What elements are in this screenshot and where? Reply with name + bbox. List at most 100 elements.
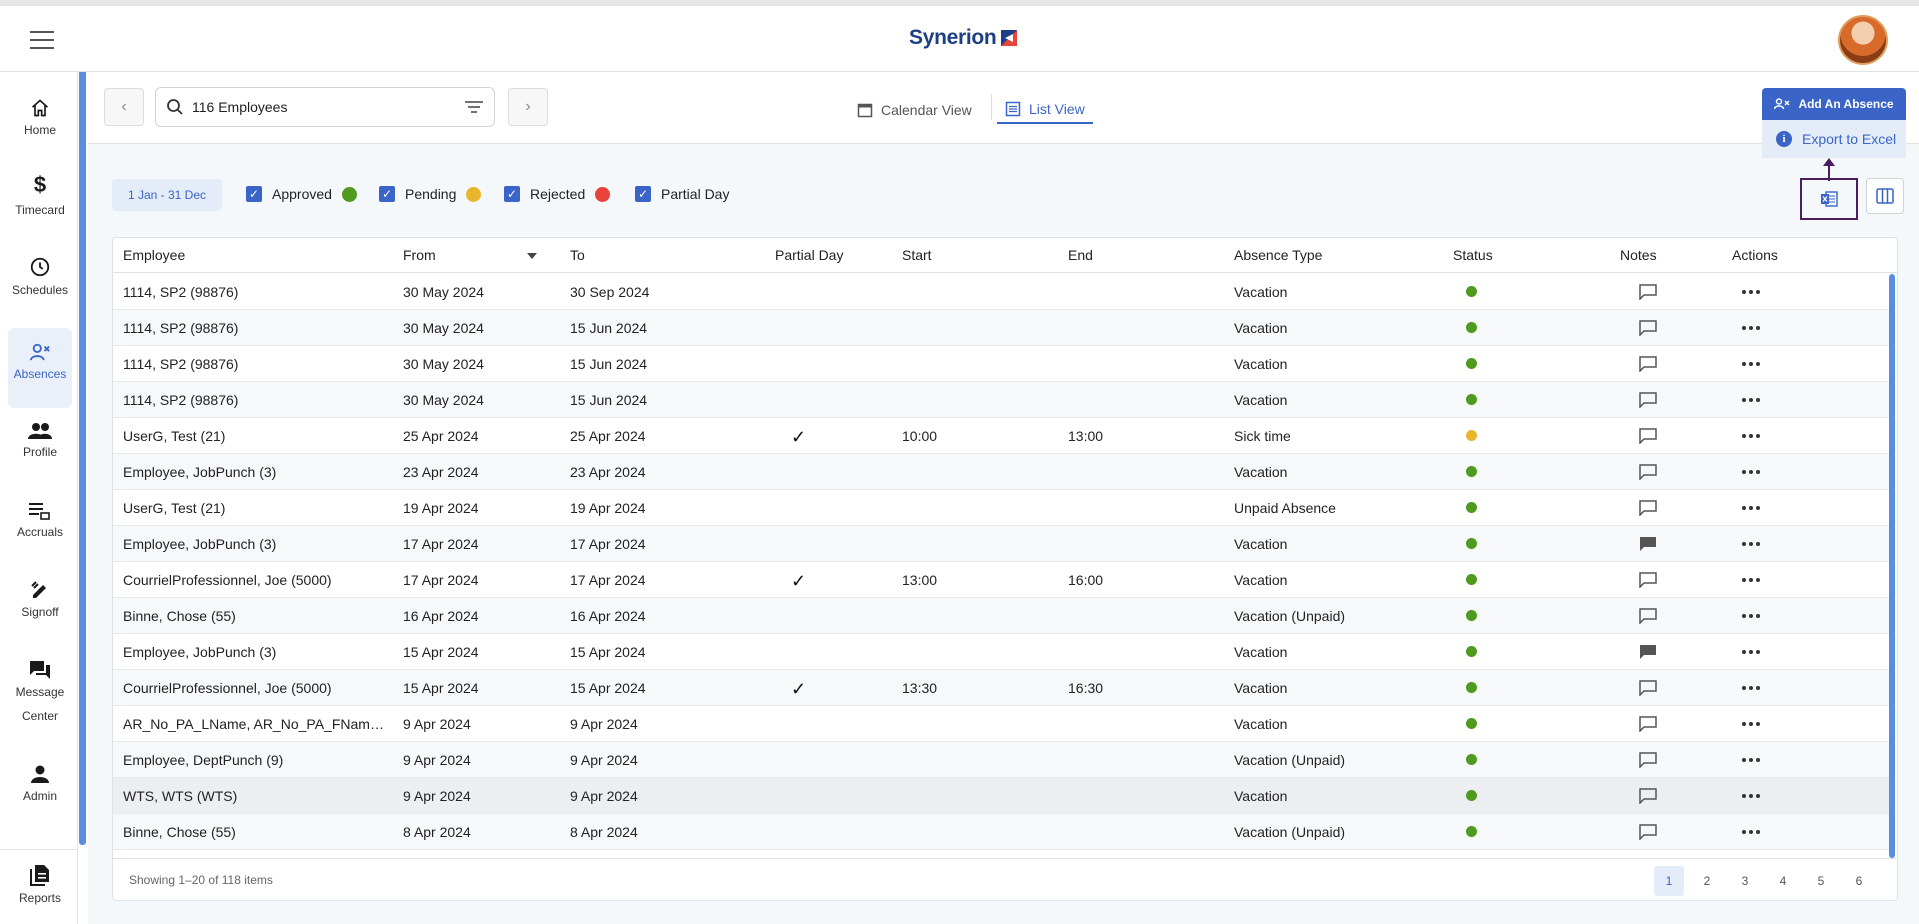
column-header-to[interactable]: To bbox=[570, 238, 585, 273]
notes-icon[interactable] bbox=[1639, 356, 1657, 372]
search-input[interactable] bbox=[192, 99, 464, 115]
more-actions-icon[interactable] bbox=[1741, 320, 1761, 336]
more-actions-icon[interactable] bbox=[1741, 536, 1761, 552]
table-row[interactable]: 1114, SP2 (98876) 30 May 2024 15 Jun 2024 V… bbox=[113, 346, 1889, 382]
checkbox-rejected[interactable]: ✓ bbox=[504, 186, 520, 202]
tab-calendar-view[interactable]: Calendar View bbox=[857, 96, 972, 124]
more-actions-icon[interactable] bbox=[1741, 284, 1761, 300]
legend-partial-day[interactable]: ✓ Partial Day bbox=[635, 186, 729, 202]
checkbox-pending[interactable]: ✓ bbox=[379, 186, 395, 202]
filter-icon[interactable] bbox=[464, 100, 484, 114]
tab-list-view[interactable]: List View bbox=[997, 96, 1093, 124]
more-actions-icon[interactable] bbox=[1741, 608, 1761, 624]
export-to-excel-tooltip[interactable]: i Export to Excel bbox=[1762, 120, 1906, 158]
date-range-chip[interactable]: 1 Jan - 31 Dec bbox=[112, 179, 222, 211]
nav-item-profile[interactable]: Profile bbox=[8, 410, 72, 476]
table-row[interactable]: Employee, JobPunch (3) 17 Apr 2024 17 Apr … bbox=[113, 526, 1889, 562]
notes-icon[interactable] bbox=[1639, 824, 1657, 840]
column-header-employee[interactable]: Employee bbox=[123, 238, 185, 273]
table-row[interactable]: Employee, JobPunch (3) 15 Apr 2024 15 Apr … bbox=[113, 634, 1889, 670]
column-header-end[interactable]: End bbox=[1068, 238, 1093, 273]
page-4[interactable]: 4 bbox=[1768, 866, 1798, 896]
table-row[interactable]: Employee, JobPunch (3) 23 Apr 2024 23 Apr … bbox=[113, 454, 1889, 490]
notes-icon[interactable] bbox=[1639, 572, 1657, 588]
checkbox-partial-day[interactable]: ✓ bbox=[635, 186, 651, 202]
sort-descending-icon[interactable] bbox=[527, 253, 537, 259]
table-row[interactable]: CourrielProfessionnel, Joe (5000) 15 Apr … bbox=[113, 670, 1889, 706]
column-header-absence-type[interactable]: Absence Type bbox=[1234, 238, 1322, 273]
more-actions-icon[interactable] bbox=[1741, 392, 1761, 408]
notes-icon[interactable] bbox=[1639, 716, 1657, 732]
page-2[interactable]: 2 bbox=[1692, 866, 1722, 896]
add-absence-button[interactable]: Add An Absence bbox=[1762, 88, 1906, 120]
nav-item-accruals[interactable]: Accruals bbox=[8, 490, 72, 556]
table-row[interactable]: 1114, SP2 (98876) 30 May 2024 15 Jun 2024 V… bbox=[113, 310, 1889, 346]
page-1[interactable]: 1 bbox=[1654, 866, 1684, 896]
table-row[interactable]: Employee, DeptPunch (9) 9 Apr 2024 9 Apr 2… bbox=[113, 742, 1889, 778]
nav-item-absences[interactable]: Absences bbox=[8, 328, 72, 408]
table-row[interactable]: 1114, SP2 (98876) 30 May 2024 30 Sep 2024 V… bbox=[113, 274, 1889, 310]
more-actions-icon[interactable] bbox=[1741, 464, 1761, 480]
next-button[interactable]: › bbox=[508, 88, 548, 126]
table-row[interactable]: WTS, WTS (WTS) 9 Apr 2024 9 Apr 2024 Vacati… bbox=[113, 778, 1889, 814]
notes-icon[interactable] bbox=[1639, 536, 1657, 552]
user-avatar[interactable] bbox=[1838, 15, 1888, 65]
columns-button[interactable] bbox=[1866, 178, 1904, 214]
nav-item-reports[interactable]: Reports bbox=[8, 856, 72, 922]
page-5[interactable]: 5 bbox=[1806, 866, 1836, 896]
nav-item-timecard[interactable]: $ Timecard bbox=[8, 168, 72, 234]
more-actions-icon[interactable] bbox=[1741, 356, 1761, 372]
nav-label: Signoff bbox=[21, 605, 59, 619]
column-header-partial-day[interactable]: Partial Day bbox=[775, 238, 843, 273]
nav-item-home[interactable]: Home bbox=[8, 88, 72, 154]
nav-item-admin[interactable]: Admin bbox=[8, 754, 72, 820]
notes-icon[interactable] bbox=[1639, 464, 1657, 480]
vertical-scrollbar[interactable] bbox=[1889, 274, 1895, 858]
table-row[interactable]: Binne, Chose (55) 16 Apr 2024 16 Apr 2024 V… bbox=[113, 598, 1889, 634]
nav-item-message-center[interactable]: Message Center bbox=[8, 650, 72, 740]
checkbox-approved[interactable]: ✓ bbox=[246, 186, 262, 202]
notes-icon[interactable] bbox=[1639, 608, 1657, 624]
column-header-status[interactable]: Status bbox=[1453, 238, 1493, 273]
legend-pending[interactable]: ✓ Pending bbox=[379, 186, 482, 202]
notes-icon[interactable] bbox=[1639, 500, 1657, 516]
legend-approved[interactable]: ✓ Approved bbox=[246, 186, 357, 202]
notes-icon[interactable] bbox=[1639, 788, 1657, 804]
notes-icon[interactable] bbox=[1639, 644, 1657, 660]
export-excel-button[interactable] bbox=[1800, 178, 1858, 220]
more-actions-icon[interactable] bbox=[1741, 644, 1761, 660]
notes-icon[interactable] bbox=[1639, 428, 1657, 444]
legend-rejected[interactable]: ✓ Rejected bbox=[504, 186, 611, 202]
column-header-start[interactable]: Start bbox=[902, 238, 932, 273]
table-row[interactable]: 1114, SP2 (98876) 30 May 2024 15 Jun 2024 V… bbox=[113, 382, 1889, 418]
cell-from: 15 Apr 2024 bbox=[403, 644, 479, 660]
more-actions-icon[interactable] bbox=[1741, 788, 1761, 804]
nav-item-schedules[interactable]: Schedules bbox=[8, 248, 72, 314]
menu-icon[interactable] bbox=[30, 31, 54, 49]
more-actions-icon[interactable] bbox=[1741, 500, 1761, 516]
page-6[interactable]: 6 bbox=[1844, 866, 1874, 896]
table-row[interactable]: UserG, Test (21) 25 Apr 2024 25 Apr 2024 ✓ 1… bbox=[113, 418, 1889, 454]
previous-button[interactable]: ‹ bbox=[104, 88, 144, 126]
notes-icon[interactable] bbox=[1639, 284, 1657, 300]
more-actions-icon[interactable] bbox=[1741, 824, 1761, 840]
more-actions-icon[interactable] bbox=[1741, 716, 1761, 732]
nav-item-signoff[interactable]: Signoff bbox=[8, 570, 72, 636]
table-row[interactable]: CourrielProfessionnel, Joe (5000) 17 Apr … bbox=[113, 562, 1889, 598]
notes-icon[interactable] bbox=[1639, 320, 1657, 336]
more-actions-icon[interactable] bbox=[1741, 680, 1761, 696]
employee-search[interactable] bbox=[155, 87, 495, 127]
notes-icon[interactable] bbox=[1639, 680, 1657, 696]
more-actions-icon[interactable] bbox=[1741, 752, 1761, 768]
more-actions-icon[interactable] bbox=[1741, 428, 1761, 444]
more-actions-icon[interactable] bbox=[1741, 572, 1761, 588]
notes-icon[interactable] bbox=[1639, 392, 1657, 408]
page-3[interactable]: 3 bbox=[1730, 866, 1760, 896]
notes-icon[interactable] bbox=[1639, 752, 1657, 768]
table-row[interactable]: AR_No_PA_LName, AR_No_PA_FName (... 9 Apr… bbox=[113, 706, 1889, 742]
cell-start bbox=[902, 814, 1022, 850]
column-header-from[interactable]: From bbox=[403, 238, 436, 273]
table-row[interactable]: UserG, Test (21) 19 Apr 2024 19 Apr 2024 Un… bbox=[113, 490, 1889, 526]
column-header-notes[interactable]: Notes bbox=[1620, 238, 1657, 273]
table-row[interactable]: Binne, Chose (55) 8 Apr 2024 8 Apr 2024 Vac… bbox=[113, 814, 1889, 850]
